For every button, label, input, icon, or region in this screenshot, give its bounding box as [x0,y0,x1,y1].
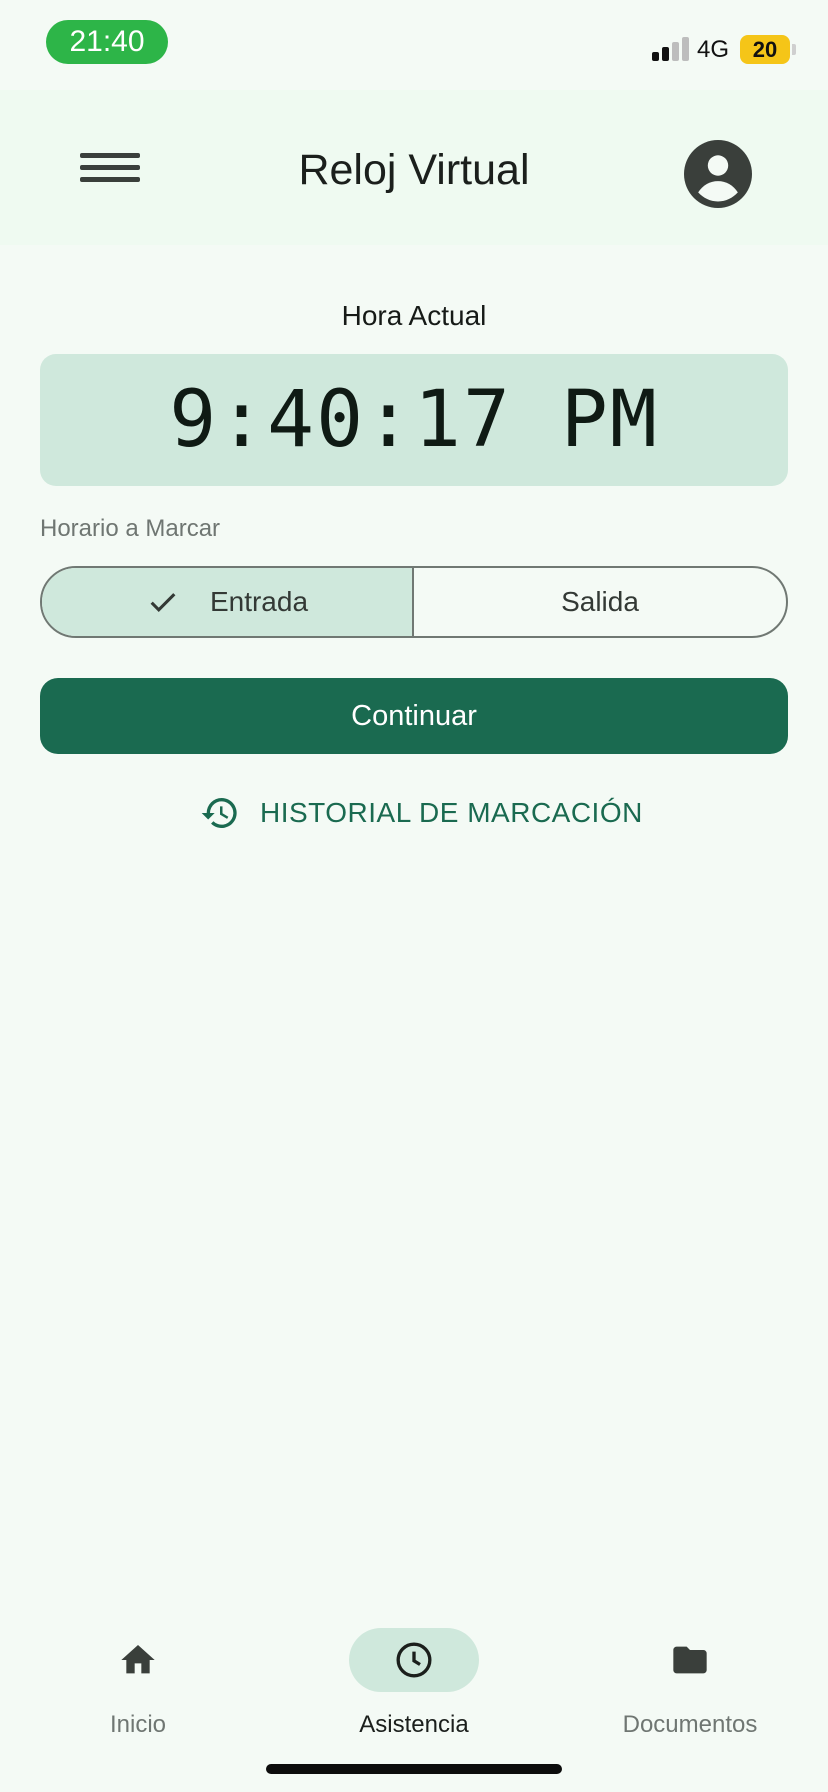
nav-item-label: Documentos [622,1711,758,1738]
nav-item-label: Asistencia [359,1711,469,1738]
battery-cap [792,44,796,55]
nav-item-documentos[interactable]: Documentos [552,1628,828,1748]
history-icon [201,798,237,828]
battery-level: 20 [740,35,790,64]
folder-icon [673,1646,707,1674]
history-link[interactable]: HISTORIAL DE MARCACIÓN [200,790,643,836]
home-icon [121,1645,155,1674]
signal-strength-icon [652,37,690,61]
profile-button[interactable] [684,140,752,208]
nav-item-asistencia[interactable]: Asistencia [276,1628,552,1748]
check-icon [150,593,176,612]
network-type: 4G [697,36,730,63]
nav-item-inicio[interactable]: Inicio [0,1628,276,1748]
home-indicator [266,1764,562,1774]
app-bar: Reloj Virtual [0,90,828,245]
clock-card: 9:40:17 PM [40,354,788,486]
clock-label: Hora Actual [341,300,487,331]
account-circle-icon [684,140,752,208]
status-time: 21:40 [46,20,168,64]
schedule-label: Horario a Marcar [40,515,221,542]
continue-button[interactable]: Continuar [40,678,788,754]
history-link-label: HISTORIAL DE MARCACIÓN [260,797,643,828]
status-bar: 21:40 4G 20 [0,0,828,90]
schedule-segmented-control: Entrada Salida [40,566,788,638]
segment-entrada-label: Entrada [209,586,309,617]
clock-value: 9:40:17 PM [169,375,659,465]
segment-salida-label: Salida [561,586,639,617]
clock-icon [396,1642,432,1678]
segment-salida[interactable]: Salida [414,568,786,636]
app-screen: 21:40 4G 20 Reloj Virtual Hora Actual 9:… [0,0,828,1792]
nav-item-label: Inicio [109,1711,167,1738]
segment-entrada[interactable]: Entrada [42,568,414,636]
